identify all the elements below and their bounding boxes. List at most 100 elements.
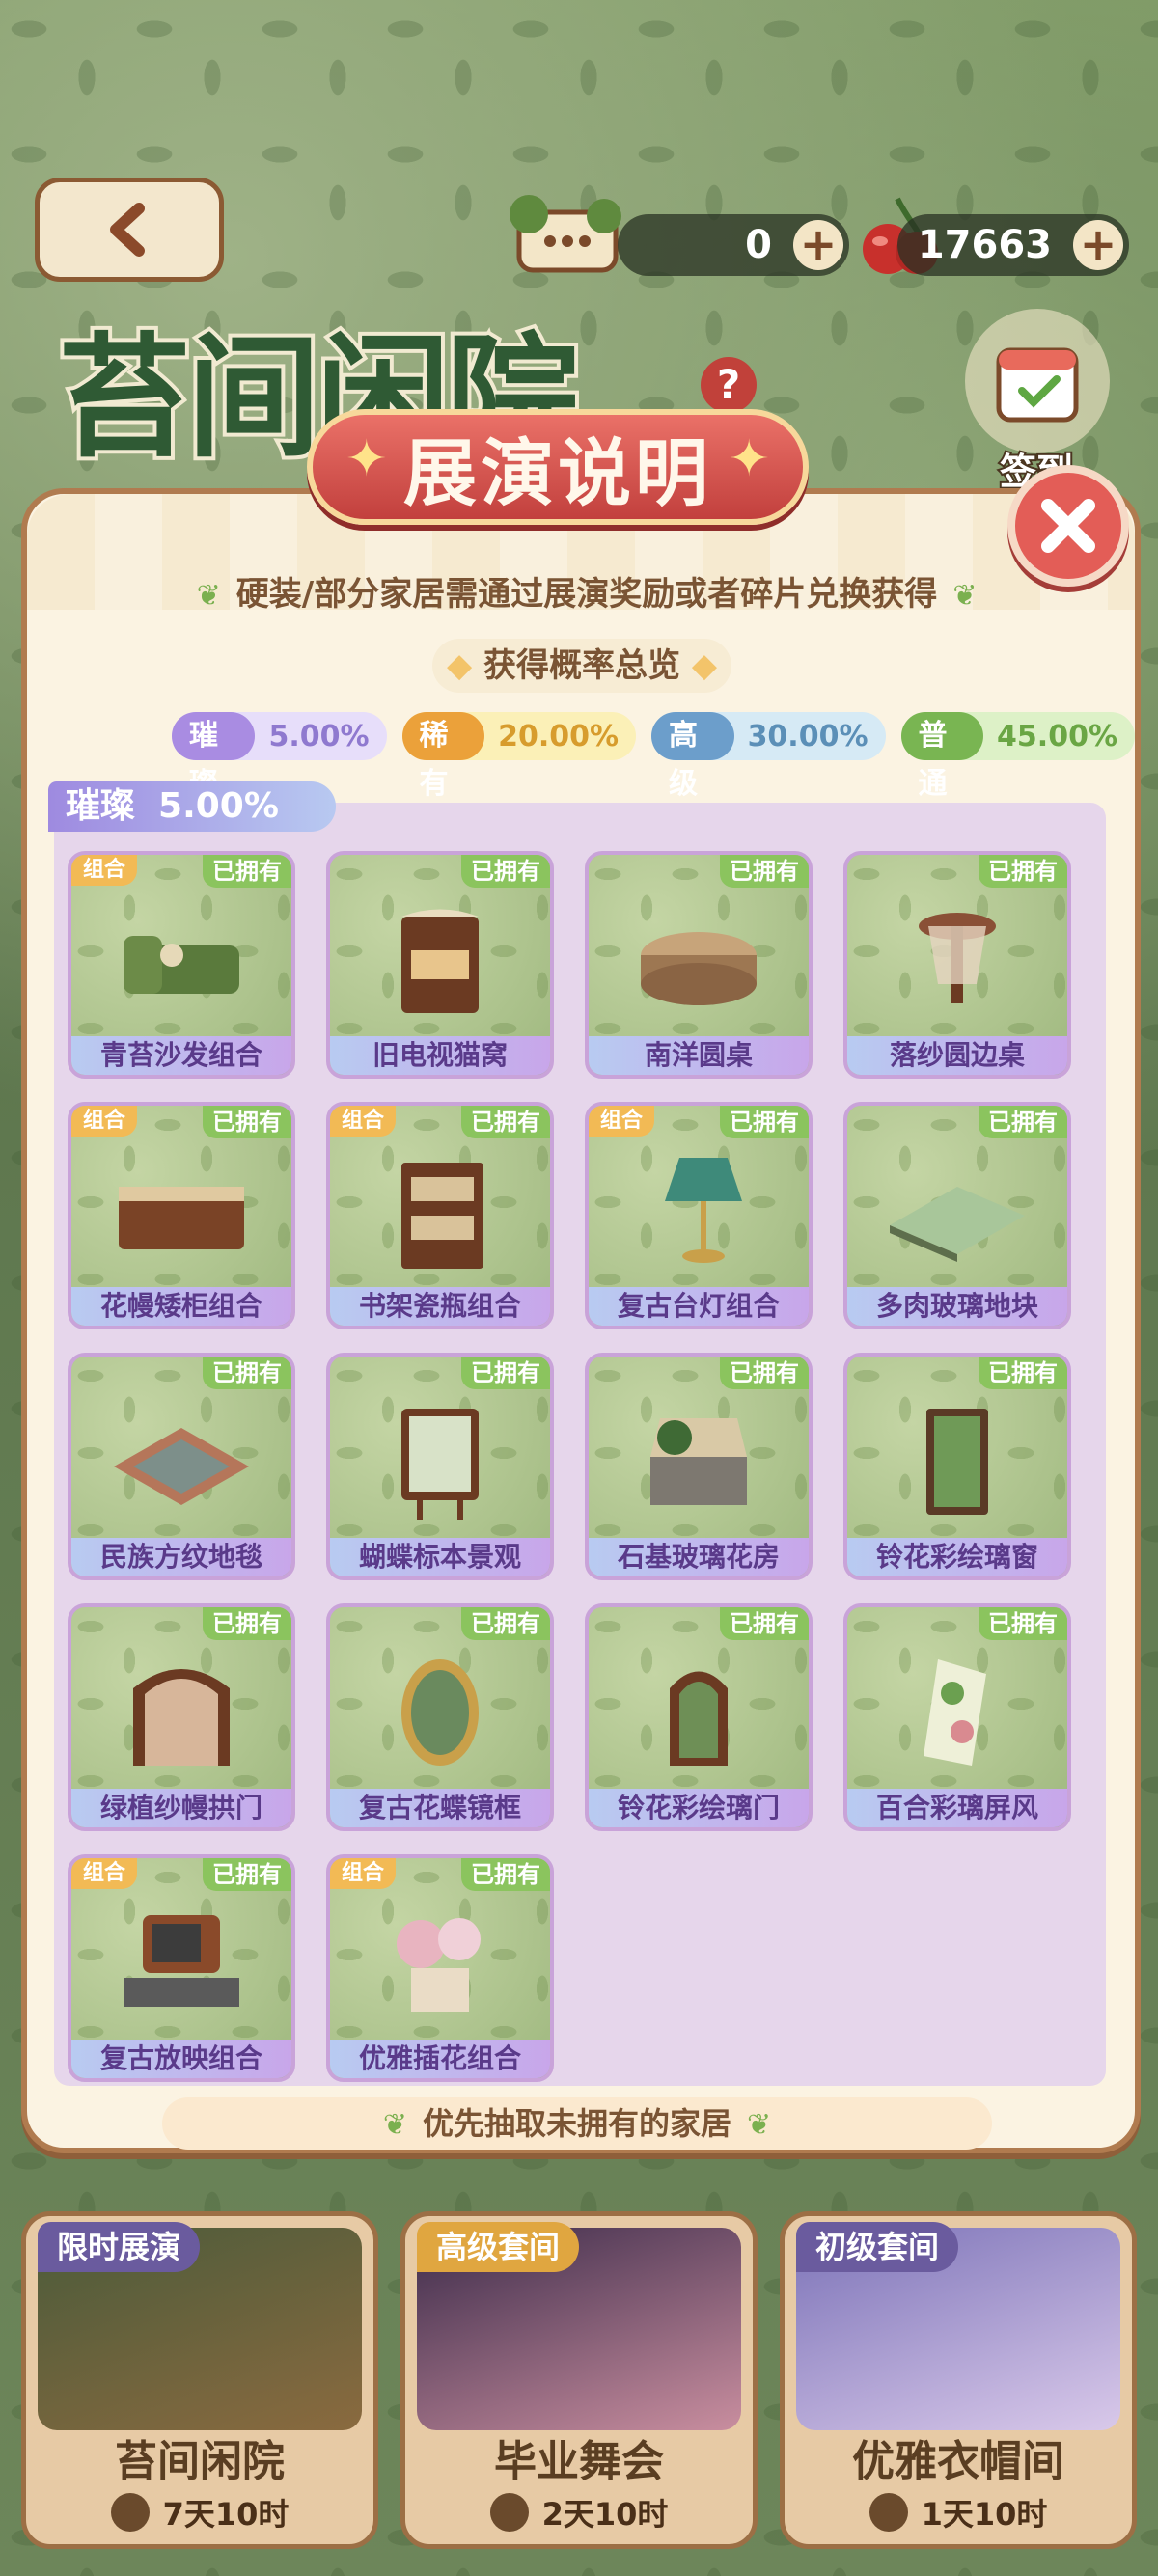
gacha-info-modal: ❦硬装/部分家居需通过展演奖励或者碎片兑换获得❦ ◆ 获得概率总览 ◆ 璀璨5.… bbox=[21, 488, 1141, 2153]
pack-name: 毕业舞会 bbox=[494, 2437, 664, 2486]
combo-badge: 组合 bbox=[71, 1106, 138, 1137]
furniture-card[interactable]: 已拥有铃花彩绘璃窗 bbox=[843, 1353, 1071, 1580]
furniture-card[interactable]: 组合 已拥有复古台灯组合 bbox=[585, 1102, 813, 1329]
sparkle-icon: ✦ bbox=[345, 430, 388, 488]
pack-tag: 初级套间 bbox=[796, 2222, 959, 2272]
add-cherry-button[interactable]: + bbox=[1073, 220, 1123, 270]
owned-badge: 已拥有 bbox=[979, 1607, 1067, 1640]
owned-badge: 已拥有 bbox=[203, 855, 291, 888]
pack-card-basic[interactable]: 初级套间 优雅衣帽间 1天10时 bbox=[780, 2211, 1137, 2549]
furniture-name: 蝴蝶标本景观 bbox=[330, 1538, 550, 1576]
combo-badge: 组合 bbox=[330, 1106, 397, 1137]
furniture-name: 多肉玻璃地块 bbox=[847, 1287, 1067, 1326]
grass-box-icon bbox=[510, 195, 621, 273]
furniture-name: 民族方纹地毯 bbox=[71, 1538, 291, 1576]
furniture-image bbox=[650, 1418, 747, 1506]
owned-badge: 已拥有 bbox=[720, 1357, 809, 1389]
furniture-image bbox=[401, 1409, 479, 1521]
section-tag-brilliant: 璀璨 5.00% bbox=[48, 781, 336, 832]
modal-title-ribbon: ✦ 展演说明 ✦ bbox=[307, 409, 809, 525]
furniture-card[interactable]: 组合 已拥有 花幔矮柜组合 bbox=[68, 1102, 295, 1329]
combo-badge: 组合 bbox=[589, 1106, 655, 1137]
owned-badge: 已拥有 bbox=[461, 855, 550, 888]
furniture-card[interactable]: 已拥有民族方纹地毯 bbox=[68, 1353, 295, 1580]
furniture-image bbox=[119, 1187, 244, 1250]
furniture-card[interactable]: 已拥有蝴蝶标本景观 bbox=[326, 1353, 554, 1580]
rate-chips: 璀璨5.00% 稀有20.00% 高级30.00% 普通45.00% bbox=[172, 712, 1135, 801]
furniture-name: 铃花彩绘璃窗 bbox=[847, 1538, 1067, 1576]
furniture-image bbox=[919, 913, 996, 1004]
owned-badge: 已拥有 bbox=[720, 1607, 809, 1640]
furniture-card[interactable]: 组合 已拥有 复古放映组合 bbox=[68, 1854, 295, 2082]
owned-badge: 已拥有 bbox=[979, 1106, 1067, 1138]
furniture-card[interactable]: 已拥有 落纱圆边桌 bbox=[843, 851, 1071, 1079]
furniture-name: 绿植纱幔拱门 bbox=[71, 1789, 291, 1827]
rate-chip-rare: 稀有 20.00% bbox=[401, 712, 637, 801]
help-icon[interactable]: ? bbox=[701, 357, 757, 413]
furniture-name: 铃花彩绘璃门 bbox=[589, 1789, 809, 1827]
furniture-card[interactable]: 已拥有 石基玻璃花房 bbox=[585, 1353, 813, 1580]
furniture-card[interactable]: 组合 已拥有 书架瓷瓶组合 bbox=[326, 1102, 554, 1329]
furniture-card[interactable]: 已拥有 复古花蝶镜框 bbox=[326, 1603, 554, 1831]
furniture-name: 旧电视猫窝 bbox=[330, 1036, 550, 1075]
clock-icon bbox=[489, 2493, 529, 2532]
owned-badge: 已拥有 bbox=[461, 1858, 550, 1891]
furniture-image bbox=[124, 936, 239, 995]
modal-title: 展演说明 bbox=[403, 430, 712, 516]
owned-badge: 已拥有 bbox=[720, 855, 809, 888]
furniture-card[interactable]: 已拥有铃花彩绘璃门 bbox=[585, 1603, 813, 1831]
clock-icon bbox=[110, 2493, 150, 2532]
owned-badge: 已拥有 bbox=[720, 1106, 809, 1138]
notice-label: 硬装/部分家居需通过展演奖励或者碎片兑换获得 bbox=[235, 575, 938, 614]
rate-chip-brilliant: 璀璨5.00% bbox=[172, 712, 387, 801]
pack-card-limited[interactable]: 限时展演 苔间闲院 7天10时 bbox=[21, 2211, 378, 2549]
sparkle-icon: ✦ bbox=[728, 430, 770, 488]
furniture-image bbox=[397, 1918, 481, 2013]
pack-tag: 限时展演 bbox=[38, 2222, 201, 2272]
furniture-card[interactable]: 已拥有 百合彩璃屏风 bbox=[843, 1603, 1071, 1831]
close-icon bbox=[1041, 499, 1095, 553]
furniture-card[interactable]: 组合 已拥有 青苔沙发组合 bbox=[68, 851, 295, 1079]
clock-icon bbox=[868, 2493, 908, 2532]
owned-badge: 已拥有 bbox=[203, 1106, 291, 1138]
furniture-name: 复古花蝶镜框 bbox=[330, 1789, 550, 1827]
furniture-image bbox=[124, 1915, 239, 2008]
furniture-name: 复古放映组合 bbox=[71, 2040, 291, 2078]
owned-badge: 已拥有 bbox=[203, 1607, 291, 1640]
furniture-name: 南洋圆桌 bbox=[589, 1036, 809, 1075]
furniture-image bbox=[114, 1428, 249, 1506]
pack-name: 优雅衣帽间 bbox=[852, 2437, 1064, 2486]
combo-badge: 组合 bbox=[71, 1858, 138, 1889]
furniture-card[interactable]: 组合 已拥有优雅插花组合 bbox=[326, 1854, 554, 2082]
rate-chip-advanced: 高级 30.00% bbox=[651, 712, 886, 801]
footer-note: ❦ 优先抽取未拥有的家居 ❦ bbox=[162, 2097, 992, 2150]
pack-name: 苔间闲院 bbox=[115, 2437, 285, 2486]
furniture-image bbox=[401, 909, 479, 1014]
back-button[interactable] bbox=[35, 178, 224, 282]
add-grass-button[interactable]: + bbox=[793, 220, 843, 270]
furniture-name: 优雅插花组合 bbox=[330, 2040, 550, 2078]
furniture-name: 书架瓷瓶组合 bbox=[330, 1287, 550, 1326]
combo-badge: 组合 bbox=[71, 855, 138, 886]
pack-card-advanced[interactable]: 高级套间 毕业舞会 2天10时 bbox=[400, 2211, 758, 2549]
item-grid[interactable]: 组合 已拥有 青苔沙发组合 已拥有 旧电视猫窝 已拥有 南洋圆桌 已拥有 落纱圆边桌 组合 已拥有花… bbox=[54, 803, 1106, 2086]
furniture-card[interactable]: 已拥有绿植纱幔拱门 bbox=[68, 1603, 295, 1831]
calendar-button[interactable] bbox=[965, 309, 1110, 453]
calendar-icon bbox=[996, 347, 1079, 423]
furniture-name: 复古台灯组合 bbox=[589, 1287, 809, 1326]
grass-currency-counter: 0 + bbox=[618, 214, 849, 276]
furniture-image bbox=[641, 932, 757, 1006]
owned-badge: 已拥有 bbox=[203, 1357, 291, 1389]
furniture-card[interactable]: 已拥有旧电视猫窝 bbox=[326, 851, 554, 1079]
furniture-image bbox=[926, 1409, 988, 1516]
furniture-image bbox=[401, 1163, 483, 1270]
close-button[interactable] bbox=[1007, 465, 1129, 587]
owned-badge: 已拥有 bbox=[979, 1357, 1067, 1389]
furniture-image bbox=[133, 1669, 230, 1767]
pack-timer: 1天10时 bbox=[785, 2490, 1132, 2535]
furniture-card[interactable]: 已拥有南洋圆桌 bbox=[585, 851, 813, 1079]
owned-badge: 已拥有 bbox=[461, 1357, 550, 1389]
combo-badge: 组合 bbox=[330, 1858, 397, 1889]
furniture-card[interactable]: 已拥有多肉玻璃地块 bbox=[843, 1102, 1071, 1329]
notice-text: ❦ 硬装/部分家居需通过展演奖励或者碎片兑换获得 ❦ bbox=[196, 575, 978, 614]
